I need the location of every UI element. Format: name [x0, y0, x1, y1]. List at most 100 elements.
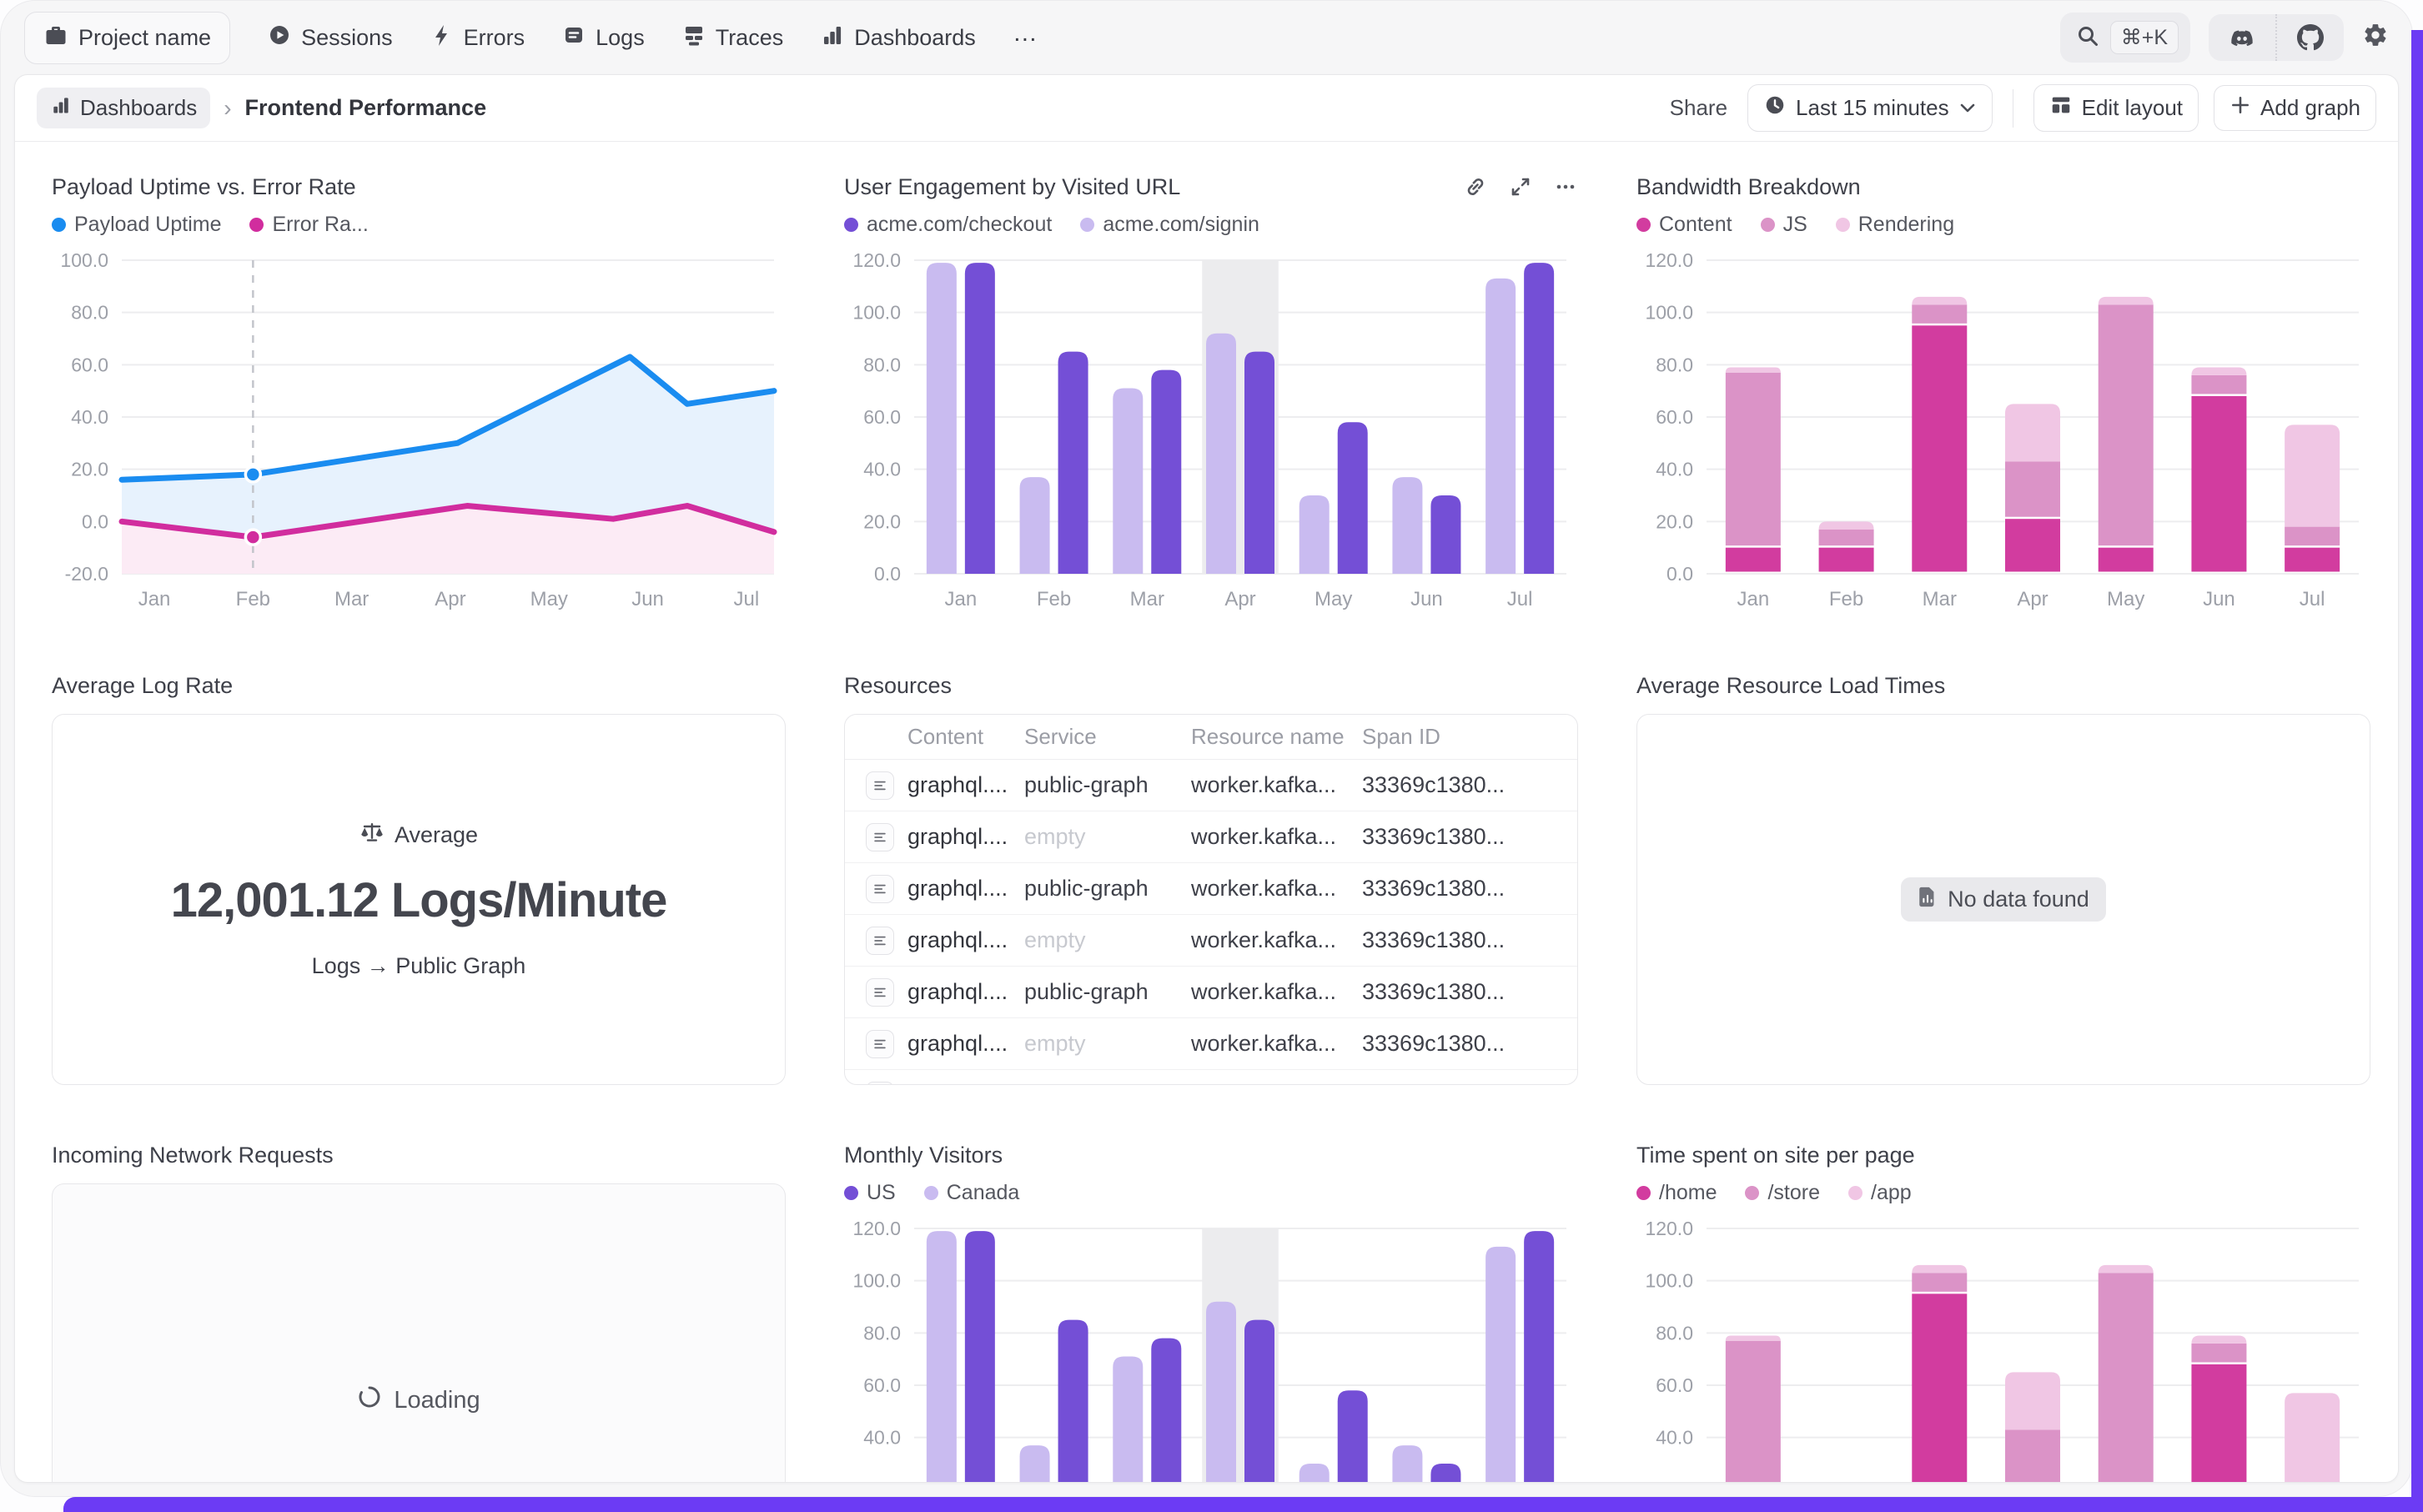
chart-title: Average Resource Load Times [1636, 673, 1945, 699]
time-spent-chart[interactable]: 120.0100.080.060.040.020.00.0JanFebMarAp… [1636, 1217, 2370, 1483]
github-icon[interactable] [2277, 14, 2344, 61]
column-header-content: Content [907, 724, 1024, 750]
table-row[interactable]: graphql....emptyworker.kafka...33369c138… [845, 811, 1577, 863]
log-lines-icon [866, 1082, 894, 1086]
discord-icon[interactable] [2209, 14, 2275, 61]
svg-text:60.0: 60.0 [1656, 406, 1693, 428]
cell-span-id: 33369c1380... [1362, 927, 1577, 953]
legend-item-store[interactable]: /store [1745, 1181, 1820, 1205]
cell-service: public-graph [1024, 772, 1191, 798]
edit-layout-button[interactable]: Edit layout [2033, 84, 2199, 132]
svg-text:Jul: Jul [1507, 588, 1533, 610]
bandwidth-breakdown-chart[interactable]: 120.0100.080.060.040.020.00.0JanFebMarAp… [1636, 249, 2370, 615]
legend-dot [1761, 218, 1775, 232]
svg-text:0.0: 0.0 [82, 510, 108, 532]
more-options-icon[interactable] [1553, 174, 1578, 199]
table-row[interactable]: graphql....public-graphworker.kafka...33… [845, 863, 1577, 915]
link-icon[interactable] [1463, 174, 1488, 199]
legend-item-js[interactable]: JS [1761, 213, 1807, 237]
chart-title: Incoming Network Requests [52, 1143, 334, 1168]
legend-item-us[interactable]: US [844, 1181, 896, 1205]
cell-span-id: 33369c1380... [1362, 772, 1577, 798]
svg-text:May: May [530, 588, 568, 610]
panel-bandwidth: Bandwidth Breakdown Content JS Rendering… [1636, 170, 2370, 615]
svg-text:40.0: 40.0 [71, 406, 108, 428]
breadcrumb-dashboards-chip[interactable]: Dashboards [37, 88, 210, 128]
layout-grid-icon [2049, 93, 2073, 123]
social-links [2209, 14, 2344, 61]
table-row[interactable]: graphql....public-graphworker.kafka...33… [845, 967, 1577, 1018]
legend-item-signin[interactable]: acme.com/signin [1080, 213, 1259, 237]
legend-dot [1636, 1186, 1651, 1200]
clock-icon [1763, 93, 1787, 123]
nav-more-icon[interactable]: … [1013, 19, 1039, 56]
nav-item-dashboards[interactable]: Dashboards [820, 23, 976, 53]
svg-text:120.0: 120.0 [852, 249, 901, 271]
metric-subtitle: Logs → Public Graph [312, 953, 526, 979]
dashboard-grid: Payload Uptime vs. Error Rate Payload Up… [15, 142, 2398, 1483]
svg-text:80.0: 80.0 [71, 302, 108, 324]
svg-text:Mar: Mar [1923, 588, 1957, 610]
cell-resource-name: worker.kafka... [1191, 772, 1362, 798]
legend-item-home[interactable]: /home [1636, 1181, 1717, 1205]
table-row[interactable]: graphql....public-graphworker.kafka...33… [845, 760, 1577, 811]
cell-content: graphql.... [907, 876, 1024, 902]
logs-icon [561, 23, 586, 53]
table-row[interactable]: graphql....emptyworker.kafka...33369c138… [845, 1018, 1577, 1070]
table-row[interactable]: graphql....emptyworker.kafka...33369c138… [845, 915, 1577, 967]
legend-item-app[interactable]: /app [1848, 1181, 1912, 1205]
project-picker-button[interactable]: Project name [24, 12, 230, 64]
table-row[interactable]: graphql....public-graphworker.kafka...33… [845, 1070, 1577, 1085]
nav-item-traces[interactable]: Traces [681, 23, 784, 53]
cell-content: graphql.... [907, 979, 1024, 1005]
nav-item-errors[interactable]: Errors [430, 23, 525, 53]
svg-text:-20.0: -20.0 [65, 563, 108, 585]
log-lines-icon [866, 978, 894, 1007]
add-graph-button[interactable]: Add graph [2214, 85, 2376, 131]
play-circle-icon [267, 23, 292, 53]
chevron-down-icon [1958, 95, 1977, 121]
search-icon [2075, 23, 2100, 53]
resources-table-card: Content Service Resource name Span ID gr… [844, 714, 1578, 1085]
legend-item-canada[interactable]: Canada [924, 1181, 1020, 1205]
svg-text:20.0: 20.0 [71, 459, 108, 480]
app-window: Project name Sessions Errors Logs Traces… [0, 0, 2413, 1497]
cell-content: graphql.... [907, 1083, 1024, 1085]
chart-title: Monthly Visitors [844, 1143, 1003, 1168]
nav-item-sessions[interactable]: Sessions [267, 23, 393, 53]
column-header-span-id: Span ID [1362, 724, 1577, 750]
cell-resource-name: worker.kafka... [1191, 1031, 1362, 1057]
log-lines-icon [866, 927, 894, 955]
svg-text:100.0: 100.0 [1645, 1270, 1693, 1292]
legend-item-checkout[interactable]: acme.com/checkout [844, 213, 1052, 237]
legend-item-rendering[interactable]: Rendering [1836, 213, 1954, 237]
navbar-right: ⌘+K [2060, 13, 2389, 63]
monthly-visitors-chart[interactable]: 120.0100.080.060.040.020.00.0JanFebMarAp… [844, 1217, 1578, 1483]
user-engagement-chart[interactable]: 120.0100.080.060.040.020.00.0JanFebMarAp… [844, 249, 1578, 615]
legend-item-content[interactable]: Content [1636, 213, 1732, 237]
chart-legend: US Canada [844, 1178, 1578, 1207]
settings-gear-icon[interactable] [2362, 22, 2389, 53]
cell-service: empty [1024, 927, 1191, 953]
time-range-selector[interactable]: Last 15 minutes [1747, 84, 1993, 132]
legend-item-payload-uptime[interactable]: Payload Uptime [52, 213, 221, 237]
expand-icon[interactable] [1508, 174, 1533, 199]
payload-uptime-chart[interactable]: 100.080.060.040.020.00.0-20.0JanFebMarAp… [52, 249, 786, 615]
bar-chart-icon [50, 94, 72, 122]
share-button[interactable]: Share [1670, 95, 1727, 121]
metric-value: 12,001.12 Logs/Minute [171, 872, 667, 928]
legend-item-error-rate[interactable]: Error Ra... [249, 213, 368, 237]
svg-text:120.0: 120.0 [1645, 1218, 1693, 1239]
svg-text:20.0: 20.0 [1656, 510, 1693, 532]
search-button[interactable]: ⌘+K [2060, 13, 2190, 63]
svg-text:40.0: 40.0 [863, 1427, 901, 1449]
cell-content: graphql.... [907, 772, 1024, 798]
svg-text:Mar: Mar [334, 588, 369, 610]
nav-item-logs[interactable]: Logs [561, 23, 645, 53]
page-background-accent [63, 1497, 2423, 1512]
chart-file-icon [1918, 886, 1938, 913]
traces-icon [681, 23, 706, 53]
svg-text:120.0: 120.0 [1645, 249, 1693, 271]
chart-title: Bandwidth Breakdown [1636, 174, 1861, 200]
navbar-left: Project name Sessions Errors Logs Traces… [24, 12, 1039, 64]
